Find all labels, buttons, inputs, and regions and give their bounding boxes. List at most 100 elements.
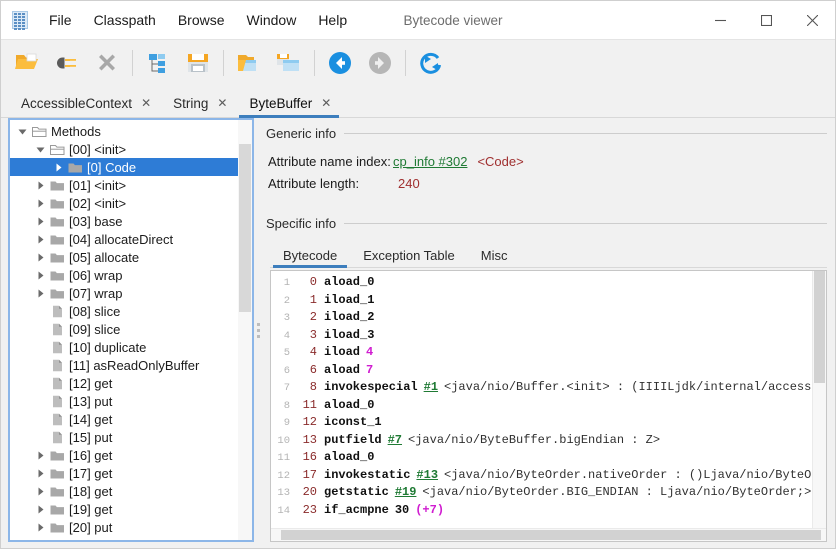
tree-node[interactable]: [10] duplicate (10, 338, 238, 356)
tree-node[interactable]: [11] asReadOnlyBuffer (10, 356, 238, 374)
bytecode-hscroll-thumb[interactable] (281, 530, 821, 540)
tree-node[interactable]: [04] allocateDirect (10, 230, 238, 248)
constant-pool-ref-link[interactable]: #19 (395, 485, 417, 499)
bytecode-line: 2 1 iload_1 (271, 293, 812, 311)
plug-icon (57, 57, 76, 69)
attribute-name-index-value: <Code> (477, 154, 524, 169)
tab-label: String (173, 95, 209, 111)
generic-info-title: Generic info (266, 126, 337, 141)
chevron-right-icon[interactable] (32, 487, 48, 496)
toolbar (1, 39, 835, 86)
forward-button[interactable] (360, 43, 400, 83)
maximize-icon (760, 14, 772, 26)
bytecode-listing[interactable]: 1 0 aload_0 2 1 iload_1 3 2 iload_2 4 3 iload_3 5 4 il… (271, 271, 812, 528)
bytecode-line: 7 8 invokespecial #1 <java/nio/Buffer.<init>… (271, 380, 812, 398)
minimize-button[interactable] (697, 1, 743, 39)
save-button[interactable] (178, 43, 218, 83)
menu-file[interactable]: File (38, 1, 83, 39)
chevron-right-icon[interactable] (32, 181, 48, 190)
chevron-down-icon[interactable] (14, 127, 30, 136)
tree-node[interactable]: [17] get (10, 464, 238, 482)
bytecode-horizontal-scrollbar[interactable] (271, 528, 826, 541)
main-area: Methods [00] <init> [0] Code [01] <init> [02… (1, 118, 835, 548)
tab-bytebuffer[interactable]: ByteBuffer ✕ (237, 88, 341, 118)
file-icon (48, 341, 67, 354)
open-window-icon (238, 55, 256, 71)
subtab-label: Exception Table (363, 247, 455, 263)
tree-node-label: [00] <init> (69, 141, 127, 157)
open-window-button[interactable] (229, 43, 269, 83)
open-folder-button[interactable] (7, 43, 47, 83)
chevron-right-icon[interactable] (50, 163, 66, 172)
constant-pool-ref-link[interactable]: #13 (416, 468, 438, 482)
tree-node[interactable]: [18] get (10, 482, 238, 500)
menu-help[interactable]: Help (307, 1, 358, 39)
subtab-bytecode[interactable]: Bytecode (270, 242, 350, 268)
tree-node[interactable]: [01] <init> (10, 176, 238, 194)
menu-classpath[interactable]: Classpath (83, 1, 167, 39)
reload-button[interactable] (411, 43, 451, 83)
chevron-right-icon[interactable] (32, 289, 48, 298)
constant-pool-ref-link[interactable]: #7 (388, 433, 402, 447)
bytecode-opcode: aload_0 (324, 275, 375, 289)
toolbar-separator-1 (132, 50, 133, 76)
close-button[interactable] (789, 1, 835, 39)
tree-node[interactable]: [02] <init> (10, 194, 238, 212)
tree-scrollbar-thumb[interactable] (239, 144, 251, 312)
close-file-button[interactable] (87, 43, 127, 83)
tree-node[interactable]: [07] wrap (10, 284, 238, 302)
constant-pool-ref-link[interactable]: #1 (424, 380, 438, 394)
folder-closed-icon (48, 521, 67, 534)
tree-node[interactable]: [05] allocate (10, 248, 238, 266)
file-icon (48, 359, 67, 372)
line-number: 4 (283, 329, 290, 342)
tab-close-icon[interactable]: ✕ (141, 97, 151, 109)
maximize-button[interactable] (743, 1, 789, 39)
chevron-right-icon[interactable] (32, 451, 48, 460)
tree-vertical-scrollbar[interactable] (238, 120, 252, 540)
chevron-right-icon[interactable] (32, 253, 48, 262)
menu-browse[interactable]: Browse (167, 1, 236, 39)
tree-node[interactable]: [14] get (10, 410, 238, 428)
tree-node[interactable]: [20] put (10, 518, 238, 536)
back-button[interactable] (320, 43, 360, 83)
chevron-right-icon[interactable] (32, 199, 48, 208)
chevron-right-icon[interactable] (32, 505, 48, 514)
tab-close-icon[interactable]: ✕ (217, 97, 227, 109)
tree-node[interactable]: [08] slice (10, 302, 238, 320)
chevron-down-icon[interactable] (32, 145, 48, 154)
cp-info-link[interactable]: cp_info #302 (393, 154, 467, 169)
menu-window[interactable]: Window (236, 1, 308, 39)
save-window-button[interactable] (269, 43, 309, 83)
tree-node[interactable]: [15] put (10, 428, 238, 446)
tree-node[interactable]: [16] get (10, 446, 238, 464)
panel-splitter[interactable] (254, 118, 262, 542)
subtab-misc[interactable]: Misc (468, 242, 521, 268)
tab-string[interactable]: String ✕ (161, 88, 237, 118)
chevron-right-icon[interactable] (32, 217, 48, 226)
bytecode-opcode: iconst_1 (324, 415, 382, 429)
tab-accessiblecontext[interactable]: AccessibleContext ✕ (9, 88, 161, 118)
chevron-right-icon[interactable] (32, 271, 48, 280)
bytecode-vscroll-thumb[interactable] (814, 271, 825, 383)
tree-node-label: [07] wrap (69, 285, 123, 301)
tree-node[interactable]: [19] get (10, 500, 238, 518)
chevron-right-icon[interactable] (32, 469, 48, 478)
tree-node[interactable]: Methods (10, 122, 238, 140)
tab-close-icon[interactable]: ✕ (321, 97, 331, 109)
tree-node[interactable]: [13] put (10, 392, 238, 410)
bytecode-descriptor: <java/nio/ByteOrder.nativeOrder : ()Ljav… (444, 467, 812, 482)
tree-node[interactable]: [06] wrap (10, 266, 238, 284)
tree-node[interactable]: [00] <init> (10, 140, 238, 158)
subtab-exception-table[interactable]: Exception Table (350, 242, 468, 268)
plug-button[interactable] (47, 43, 87, 83)
tree-node[interactable]: [12] get (10, 374, 238, 392)
tree-node[interactable]: [0] Code (10, 158, 238, 176)
chevron-right-icon[interactable] (32, 523, 48, 532)
browse-tree-button[interactable] (138, 43, 178, 83)
tree-node[interactable]: [09] slice (10, 320, 238, 338)
chevron-right-icon[interactable] (32, 235, 48, 244)
tree-node[interactable]: [03] base (10, 212, 238, 230)
bytecode-vertical-scrollbar[interactable] (812, 271, 826, 528)
folder-open-icon (48, 143, 67, 156)
